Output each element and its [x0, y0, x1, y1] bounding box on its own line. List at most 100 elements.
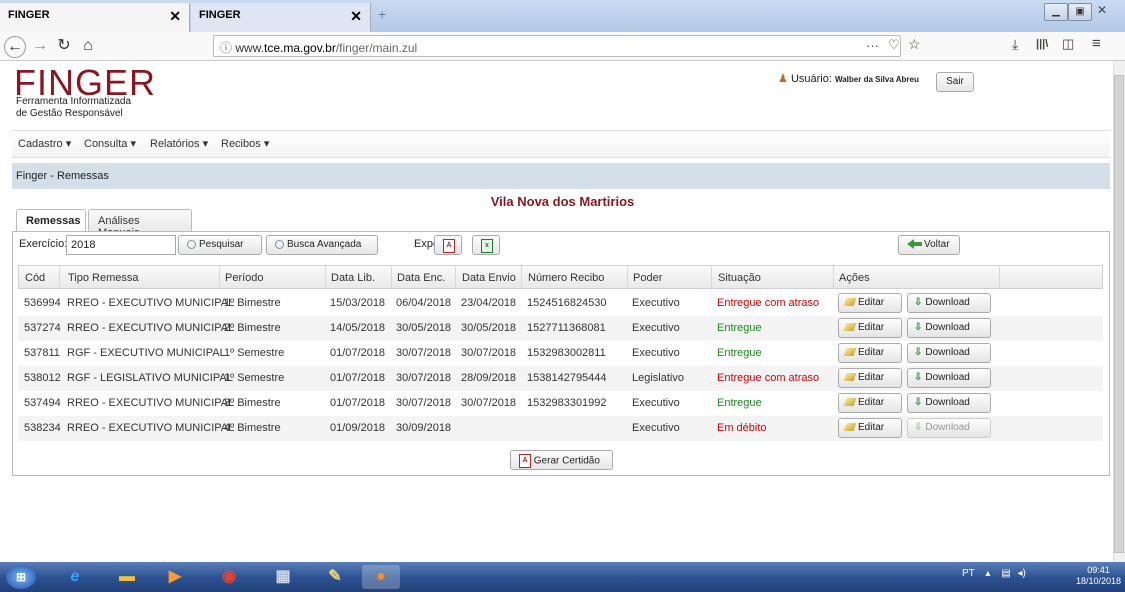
col-cod[interactable]: Cód [25, 272, 45, 284]
download-button[interactable]: ⇩ Download [907, 293, 991, 313]
browser-tab-1[interactable]: FINGER ✕ [0, 3, 190, 32]
col-acoes[interactable]: Ações [839, 272, 870, 284]
ie-icon[interactable]: e [56, 565, 94, 589]
menu-label: Relatórios [150, 138, 200, 150]
download-icon: ⇩ [914, 397, 923, 408]
close-tab-icon[interactable]: ✕ [169, 8, 181, 25]
column-divider [391, 266, 392, 288]
cell-recibo: 1532983002811 [527, 347, 606, 359]
col-situacao[interactable]: Situação [718, 272, 761, 284]
download-icon[interactable]: ⤓ [1012, 36, 1018, 53]
arrow-left-icon-tail [914, 242, 922, 247]
edit-button[interactable]: Editar [838, 393, 902, 413]
menu-icon[interactable]: ≡ [1092, 35, 1101, 52]
paint-icon[interactable]: ✎ [316, 565, 354, 589]
cell-recibo: 1527711368081 [527, 322, 606, 334]
col-poder[interactable]: Poder [633, 272, 662, 284]
edit-label: Editar [858, 397, 885, 408]
export-excel-button[interactable]: x [472, 235, 500, 255]
scrollbar-thumb[interactable] [1114, 75, 1124, 553]
breadcrumb-bar: Finger - Remessas [12, 163, 1110, 189]
page-actions-icon[interactable]: ··· [866, 38, 879, 53]
clock[interactable]: 09:41 18/10/2018 [1076, 565, 1121, 587]
home-icon[interactable]: ⌂ [78, 36, 98, 56]
cell-periodo: 2º Bimestre [224, 322, 281, 334]
logout-button[interactable]: Sair [936, 72, 974, 92]
pencil-icon [843, 398, 857, 407]
start-orb-icon[interactable]: ⊞ [6, 565, 36, 589]
voltar-button[interactable]: Voltar [898, 235, 960, 255]
network-icon[interactable]: ▤ [1001, 568, 1010, 579]
menu-cadastro[interactable]: Cadastro ▾ [18, 137, 71, 150]
pesquisar-button[interactable]: Pesquisar [178, 235, 262, 255]
cell-data-lib: 01/07/2018 [330, 397, 386, 409]
download-button[interactable]: ⇩ Download [907, 368, 991, 388]
cell-data-lib: 14/05/2018 [330, 322, 386, 334]
table-row: 538234 RREO - EXECUTIVO MUNICIPAL 4º Bim… [18, 416, 1103, 441]
pencil-icon [843, 298, 857, 307]
download-button[interactable]: ⇩ Download [907, 343, 991, 363]
show-hidden-icons-icon[interactable]: ▴ [985, 568, 990, 579]
gerar-certidao-button[interactable]: A Gerar Certidão [510, 450, 613, 470]
col-data-lib[interactable]: Data Lib. [331, 272, 375, 284]
busca-avancada-button[interactable]: Busca Avançada [266, 235, 378, 255]
edit-button[interactable]: Editar [838, 418, 902, 438]
pesquisar-label: Pesquisar [199, 239, 244, 250]
edit-button[interactable]: Editar [838, 318, 902, 338]
media-player-icon[interactable]: ▶ [156, 565, 194, 589]
download-button[interactable]: ⇩ Download [907, 393, 991, 413]
column-divider [219, 266, 220, 288]
pocket-icon[interactable]: ♡ [888, 37, 900, 53]
forward-icon[interactable]: → [30, 36, 50, 56]
chrome-icon[interactable]: ◉ [210, 565, 248, 589]
pdf-icon: A [443, 239, 455, 253]
site-info-icon[interactable]: ⓘ [220, 41, 232, 55]
maximize-icon[interactable]: ▣ [1068, 3, 1092, 21]
explorer-icon[interactable]: ▬ [108, 565, 146, 589]
menu-recibos[interactable]: Recibos ▾ [221, 137, 269, 150]
cell-cod: 538012 [24, 372, 61, 384]
tab-remessas[interactable]: Remessas [16, 209, 86, 232]
cell-cod: 537274 [24, 322, 61, 334]
col-numero-recibo[interactable]: Número Recibo [528, 272, 604, 284]
col-tipo-remessa[interactable]: Tipo Remessa [68, 272, 139, 284]
language-indicator[interactable]: PT [962, 568, 975, 579]
download-label: Download [925, 422, 970, 433]
download-icon: ⇩ [914, 297, 923, 308]
download-button[interactable]: ⇩ Download [907, 318, 991, 338]
close-tab-icon[interactable]: ✕ [350, 8, 362, 25]
export-pdf-button[interactable]: A [434, 235, 462, 255]
bookmark-star-icon[interactable]: ☆ [908, 36, 921, 53]
edit-button[interactable]: Editar [838, 343, 902, 363]
menu-label: Cadastro [18, 138, 63, 150]
menu-label: Consulta [84, 138, 128, 150]
menu-relatorios[interactable]: Relatórios ▾ [150, 137, 208, 150]
col-data-enc[interactable]: Data Enc. [397, 272, 445, 284]
cell-cod: 538234 [24, 422, 61, 434]
reload-icon[interactable]: ↻ [54, 36, 74, 56]
minimize-icon[interactable]: ▁ [1044, 3, 1068, 21]
col-periodo[interactable]: Período [225, 272, 264, 284]
volume-icon[interactable]: ◂) [1017, 568, 1025, 579]
browser-tab-2[interactable]: FINGER ✕ [191, 3, 371, 32]
back-icon[interactable]: ← [4, 36, 26, 58]
column-divider [627, 266, 628, 288]
library-icon[interactable]: |||\ [1036, 38, 1048, 50]
edit-button[interactable]: Editar [838, 368, 902, 388]
close-window-icon[interactable]: ✕ [1097, 3, 1107, 17]
cell-poder: Executivo [632, 322, 680, 334]
exercicio-input[interactable]: 2018 [66, 235, 176, 255]
menu-consulta[interactable]: Consulta ▾ [84, 137, 136, 150]
col-data-envio[interactable]: Data Envio [462, 272, 516, 284]
calculator-icon[interactable]: ▦ [264, 565, 302, 589]
cell-recibo: 1532983301992 [527, 397, 607, 409]
tab-analises-manuais[interactable]: Análises Manuais [88, 209, 192, 239]
firefox-icon[interactable]: ● [362, 565, 400, 589]
cell-periodo: 3º Bimestre [224, 397, 281, 409]
new-tab-icon[interactable]: + [378, 6, 394, 22]
edit-button[interactable]: Editar [838, 293, 902, 313]
sidebar-icon[interactable]: ◫ [1062, 36, 1074, 52]
cell-poder: Executivo [632, 297, 680, 309]
url-bar[interactable]: ⓘ www.tce.ma.gov.br/finger/main.zul [213, 35, 901, 57]
cell-data-lib: 01/07/2018 [330, 372, 386, 384]
